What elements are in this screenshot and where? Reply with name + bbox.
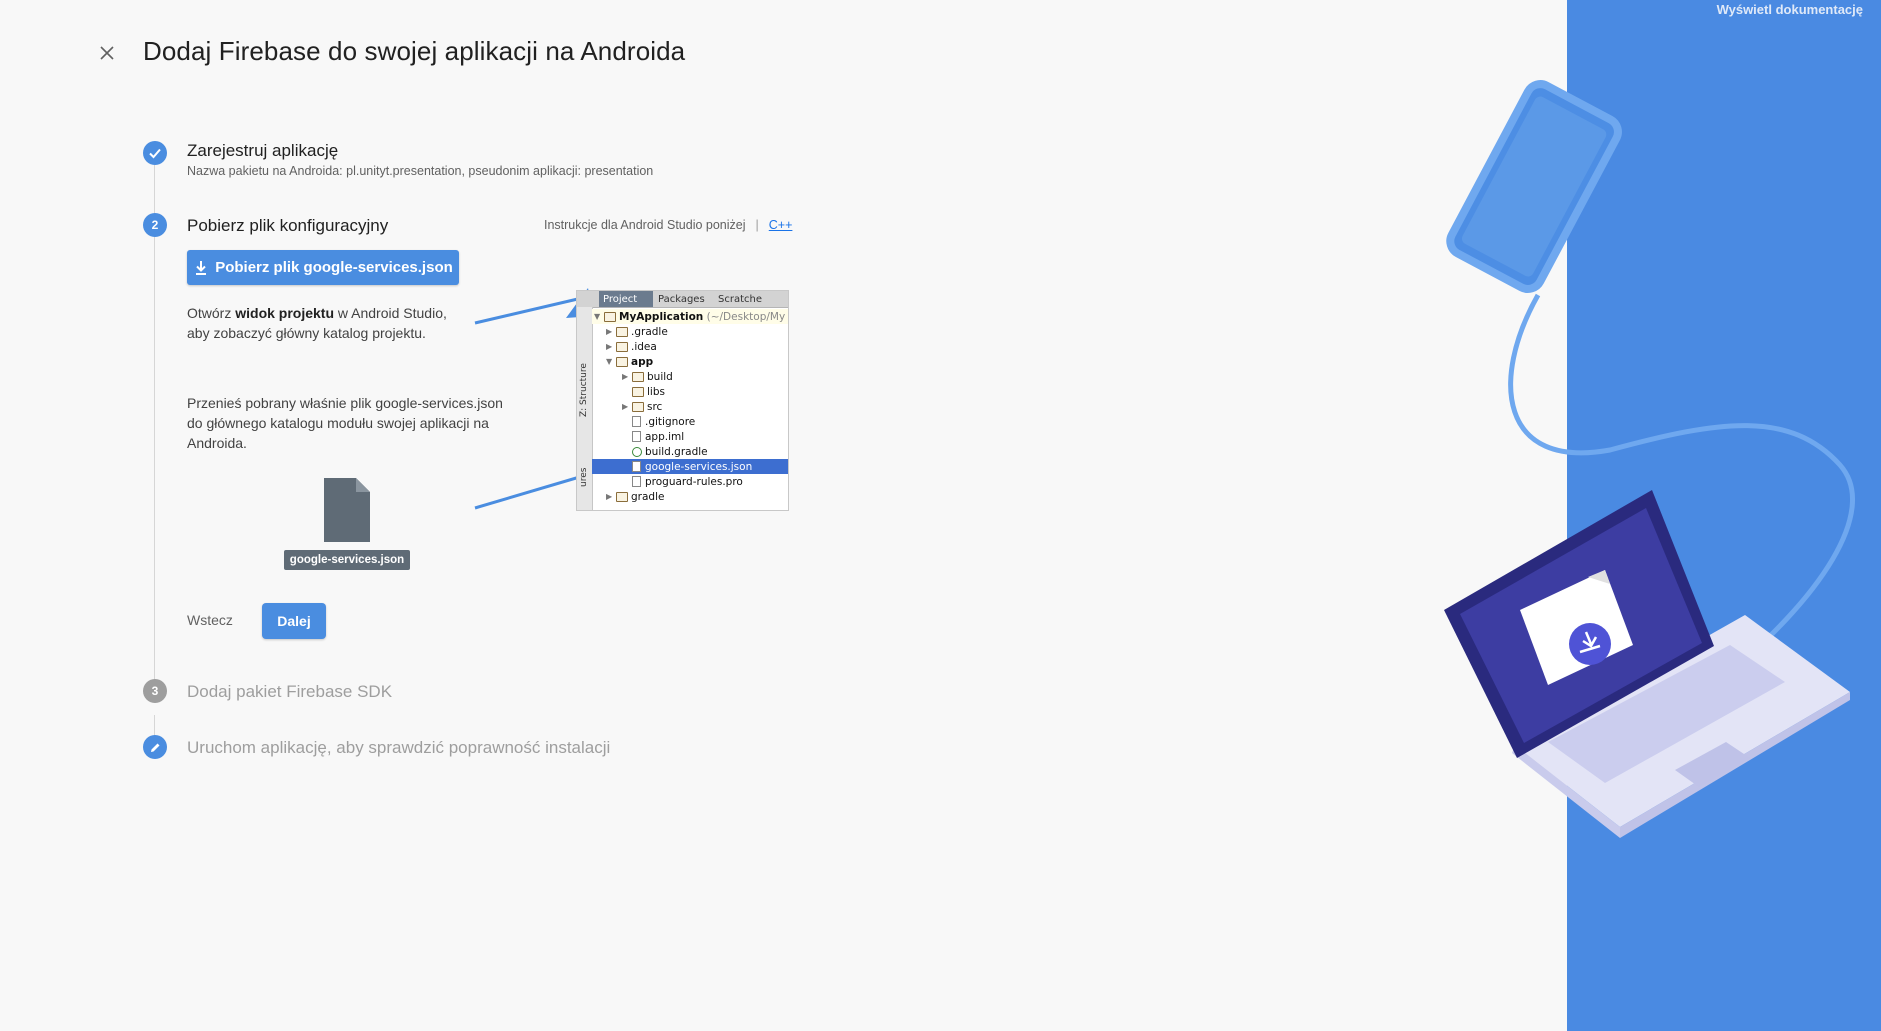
tree-row: ▶ .idea bbox=[592, 339, 788, 354]
as-tab-project: Project bbox=[599, 291, 653, 307]
folder-icon bbox=[632, 386, 644, 397]
tree-arrow: ▶ bbox=[606, 342, 613, 351]
tree-arrow: ▼ bbox=[606, 357, 613, 366]
folder-icon bbox=[604, 311, 616, 322]
folder-icon bbox=[616, 341, 628, 352]
download-button-label: Pobierz plik google-services.json bbox=[215, 259, 453, 276]
tree-row: libs bbox=[592, 384, 788, 399]
phone-laptop-illustration bbox=[1444, 80, 1856, 838]
tree-row: ▶ gradle bbox=[592, 489, 788, 504]
file-icon bbox=[632, 431, 641, 442]
folder-icon bbox=[632, 401, 644, 412]
step-done-badge bbox=[143, 141, 167, 165]
tree-row: proguard-rules.pro bbox=[592, 474, 788, 489]
para1-bold: widok projektu bbox=[235, 305, 335, 321]
step-1-title: Zarejestruj aplikację bbox=[187, 141, 339, 160]
cpp-link[interactable]: C++ bbox=[769, 218, 793, 232]
stepper-line bbox=[154, 165, 155, 685]
tree-arrow: ▶ bbox=[606, 327, 613, 336]
step-3-badge: 3 bbox=[143, 679, 167, 703]
pencil-icon bbox=[150, 743, 159, 752]
tree-arrow: ▼ bbox=[594, 312, 601, 321]
link-separator: | bbox=[755, 218, 759, 232]
tree-label: app.iml bbox=[645, 430, 685, 443]
step-3-title: Dodaj pakiet Firebase SDK bbox=[187, 682, 393, 701]
next-button[interactable]: Dalej bbox=[262, 603, 326, 639]
tree-label: build.gradle bbox=[645, 445, 708, 458]
android-studio-project-view: Project Packages Scratche Z: Structure u… bbox=[576, 290, 789, 511]
as-tab-packages: Packages bbox=[658, 293, 705, 305]
tree-row-selected: google-services.json bbox=[592, 459, 788, 474]
as-side-toolbar: Z: Structure ures bbox=[577, 307, 593, 510]
tree-row: ▶ src bbox=[592, 399, 788, 414]
tree-suffix: (~/Desktop/My bbox=[706, 310, 786, 323]
tree-arrow: ▶ bbox=[606, 492, 613, 501]
file-icon bbox=[632, 476, 641, 487]
folder-icon bbox=[616, 356, 628, 367]
back-button[interactable]: Wstecz bbox=[187, 612, 233, 628]
tree-label: .gradle bbox=[631, 325, 668, 338]
tree-row: ▶ .gradle bbox=[592, 324, 788, 339]
json-file-label: google-services.json bbox=[284, 550, 410, 570]
download-config-button[interactable]: Pobierz plik google-services.json bbox=[187, 250, 459, 285]
file-icon bbox=[632, 416, 641, 427]
tree-label: .gitignore bbox=[645, 415, 696, 428]
tree-arrow: ▶ bbox=[622, 402, 629, 411]
step-1-subtitle: Nazwa pakietu na Androida: pl.unityt.pre… bbox=[187, 164, 654, 178]
folder-icon bbox=[616, 491, 628, 502]
page-title: Dodaj Firebase do swojej aplikacji na An… bbox=[143, 36, 686, 66]
para1-line2: aby zobaczyć główny katalog projektu. bbox=[187, 325, 426, 341]
tree-label: .idea bbox=[631, 340, 657, 353]
as-side-captures: ures bbox=[579, 467, 589, 487]
gradle-icon bbox=[632, 446, 642, 457]
file-icon bbox=[632, 461, 641, 472]
para1-suffix: w Android Studio, bbox=[334, 305, 447, 321]
tree-row: ▶ build bbox=[592, 369, 788, 384]
tree-row: app.iml bbox=[592, 429, 788, 444]
folder-icon bbox=[616, 326, 628, 337]
phone-icon bbox=[1446, 80, 1622, 293]
para2-line2: do głównego katalogu modułu swojej aplik… bbox=[187, 415, 489, 431]
tree-label: src bbox=[647, 400, 663, 413]
tree-label: proguard-rules.pro bbox=[645, 475, 743, 488]
json-file-icon bbox=[324, 478, 370, 542]
tree-row: .gitignore bbox=[592, 414, 788, 429]
tree-row: build.gradle bbox=[592, 444, 788, 459]
step-4-title: Uruchom aplikację, aby sprawdzić poprawn… bbox=[187, 738, 611, 757]
instructions-links: Instrukcje dla Android Studio poniżej | C+… bbox=[544, 218, 792, 232]
instructions-label: Instrukcje dla Android Studio poniżej bbox=[544, 218, 746, 232]
view-docs-link[interactable]: Wyświetl dokumentację bbox=[1717, 2, 1863, 17]
tree-row: ▼ MyApplication (~/Desktop/My bbox=[592, 309, 788, 324]
as-side-structure: Z: Structure bbox=[579, 363, 589, 417]
tree-label: libs bbox=[647, 385, 665, 398]
download-icon bbox=[196, 260, 207, 275]
tree-label: MyApplication bbox=[619, 310, 704, 323]
para2-line3: Androida. bbox=[187, 435, 247, 451]
close-button[interactable] bbox=[96, 42, 118, 64]
para2-line1: Przenieś pobrany właśnie plik google-ser… bbox=[187, 395, 503, 411]
step-4-badge bbox=[143, 735, 167, 759]
as-tab-scratches: Scratche bbox=[718, 293, 762, 305]
tree-row: ▼ app bbox=[592, 354, 788, 369]
tree-label: google-services.json bbox=[645, 460, 753, 473]
folder-icon bbox=[632, 371, 644, 382]
close-icon bbox=[100, 46, 114, 60]
checkmark-icon bbox=[149, 148, 161, 159]
para1-prefix: Otwórz bbox=[187, 305, 236, 321]
tree-arrow: ▶ bbox=[622, 372, 629, 381]
tree-label: gradle bbox=[631, 490, 665, 503]
as-tabs: Project Packages Scratche bbox=[577, 291, 788, 308]
tree-label: build bbox=[647, 370, 673, 383]
tree-label: app bbox=[631, 355, 654, 368]
step-2-badge: 2 bbox=[143, 213, 167, 237]
step-2-title: Pobierz plik konfiguracyjny bbox=[187, 216, 389, 235]
